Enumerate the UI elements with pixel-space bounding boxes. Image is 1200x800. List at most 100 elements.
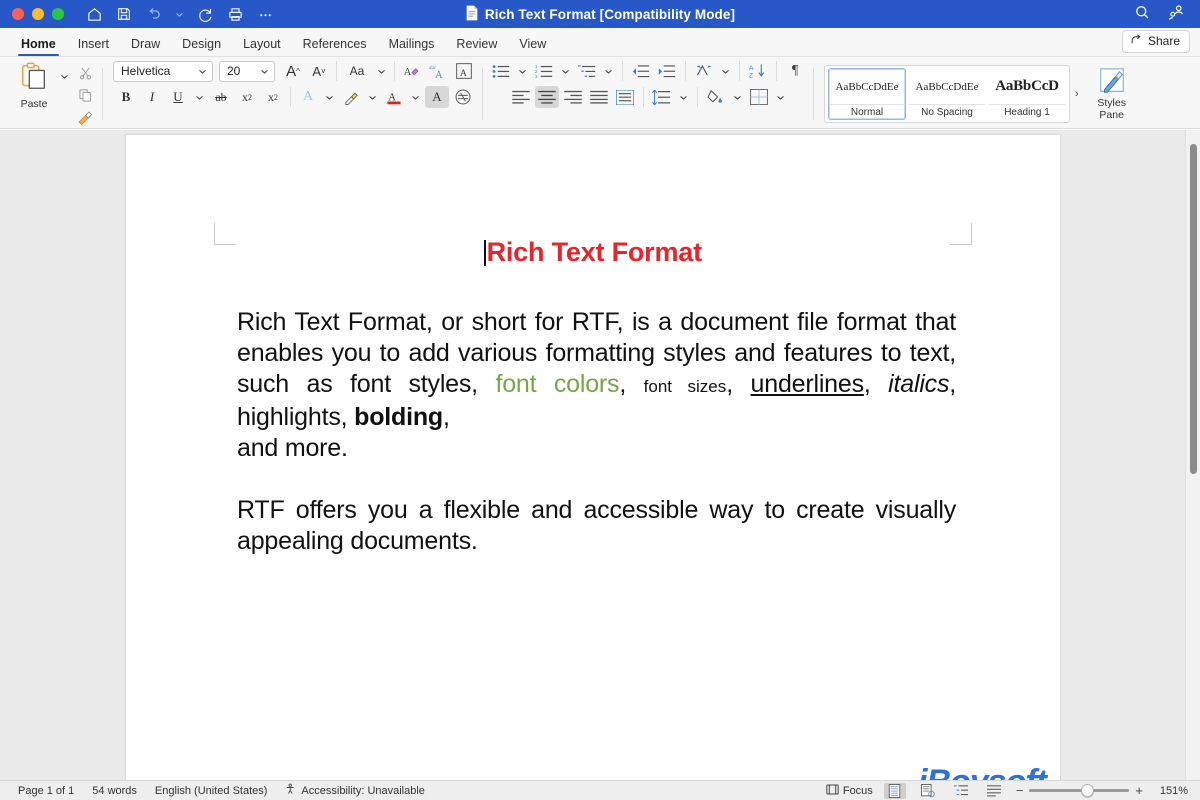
- distribute-icon[interactable]: [613, 86, 637, 108]
- word-count-status[interactable]: 54 words: [92, 785, 137, 797]
- document-page[interactable]: Rich Text Format Rich Text Format, or sh…: [126, 135, 1060, 780]
- maximize-window-button[interactable]: [52, 8, 64, 20]
- show-formatting-marks-icon[interactable]: ¶: [783, 60, 807, 82]
- document-body[interactable]: Rich Text Format, or short for RTF, is a…: [237, 307, 956, 557]
- tab-design[interactable]: Design: [171, 37, 232, 56]
- redo-icon[interactable]: [197, 6, 214, 23]
- focus-button[interactable]: Focus: [826, 784, 873, 798]
- character-shading-icon[interactable]: A: [425, 86, 449, 108]
- sort-icon[interactable]: A Z: [746, 60, 770, 82]
- page-count-status[interactable]: Page 1 of 1: [18, 785, 74, 797]
- style-item-normal[interactable]: AaBbCcDdEe Normal: [828, 68, 906, 120]
- underline-button[interactable]: U: [166, 86, 190, 108]
- zoom-in-button[interactable]: +: [1135, 783, 1143, 798]
- character-scaling-icon[interactable]: [451, 86, 475, 108]
- vertical-scrollbar[interactable]: [1185, 130, 1200, 780]
- multilevel-list-dropdown-icon[interactable]: [601, 67, 616, 76]
- asian-layout-dropdown-icon[interactable]: [718, 67, 733, 76]
- language-status[interactable]: English (United States): [155, 785, 268, 797]
- grow-font-icon[interactable]: A ^: [281, 60, 305, 82]
- draft-view-button[interactable]: [983, 783, 1005, 799]
- borders-icon[interactable]: [747, 86, 771, 108]
- font-name-input[interactable]: Helvetica: [113, 60, 213, 82]
- zoom-slider[interactable]: − +: [1016, 783, 1143, 798]
- tab-layout[interactable]: Layout: [232, 37, 292, 56]
- undo-dropdown-icon[interactable]: [175, 10, 184, 19]
- print-icon[interactable]: [227, 6, 244, 23]
- styles-gallery-more-button[interactable]: ›: [1070, 88, 1084, 100]
- cut-icon[interactable]: [74, 64, 96, 83]
- close-window-button[interactable]: [12, 8, 24, 20]
- shading-icon[interactable]: [704, 86, 728, 108]
- superscript-button[interactable]: x2: [261, 86, 285, 108]
- highlight-color-icon[interactable]: [339, 86, 363, 108]
- paste-button[interactable]: Paste: [11, 60, 57, 110]
- bullets-dropdown-icon[interactable]: [515, 67, 530, 76]
- subscript-button[interactable]: x2: [235, 86, 259, 108]
- numbering-dropdown-icon[interactable]: [558, 67, 573, 76]
- vertical-scrollbar-thumb[interactable]: [1190, 144, 1197, 474]
- bullets-icon[interactable]: [489, 60, 513, 82]
- copy-icon[interactable]: [74, 86, 96, 105]
- collaborators-icon[interactable]: [1167, 3, 1186, 26]
- bold-button[interactable]: B: [114, 86, 138, 108]
- outline-view-button[interactable]: [950, 783, 972, 799]
- text-effects-icon[interactable]: A: [296, 86, 320, 108]
- search-icon[interactable]: [1133, 3, 1151, 26]
- justify-icon[interactable]: [587, 86, 611, 108]
- phonetic-guide-icon[interactable]: abc A: [426, 60, 450, 82]
- print-layout-view-button[interactable]: [883, 782, 906, 799]
- zoom-slider-track[interactable]: [1029, 784, 1130, 797]
- font-color-icon[interactable]: A: [382, 86, 406, 108]
- font-size-input[interactable]: 20: [219, 60, 275, 82]
- tab-insert[interactable]: Insert: [67, 37, 120, 56]
- change-case-icon[interactable]: Aa: [342, 60, 372, 82]
- align-right-icon[interactable]: [561, 86, 585, 108]
- increase-indent-icon[interactable]: [655, 60, 679, 82]
- change-case-dropdown-icon[interactable]: [374, 67, 389, 76]
- zoom-out-button[interactable]: −: [1016, 783, 1024, 798]
- style-item-no-spacing[interactable]: AaBbCcDdEe No Spacing: [908, 68, 986, 120]
- web-layout-view-button[interactable]: [917, 783, 939, 799]
- styles-pane-button[interactable]: Styles Pane: [1086, 67, 1138, 121]
- save-icon[interactable]: [116, 6, 132, 22]
- line-spacing-dropdown-icon[interactable]: [676, 93, 691, 102]
- zoom-slider-knob[interactable]: [1081, 784, 1095, 797]
- strikethrough-button[interactable]: ab: [209, 86, 233, 108]
- text-effects-dropdown-icon[interactable]: [322, 93, 337, 102]
- format-painter-icon[interactable]: [74, 108, 96, 127]
- tab-home[interactable]: Home: [10, 37, 67, 56]
- highlight-color-dropdown-icon[interactable]: [365, 93, 380, 102]
- align-center-icon[interactable]: [534, 86, 559, 108]
- document-canvas[interactable]: Rich Text Format Rich Text Format, or sh…: [0, 130, 1200, 780]
- styles-pane-label-1: Styles: [1097, 96, 1126, 109]
- decrease-indent-icon[interactable]: [629, 60, 653, 82]
- line-spacing-icon[interactable]: [650, 86, 674, 108]
- borders-dropdown-icon[interactable]: [773, 93, 788, 102]
- minimize-window-button[interactable]: [32, 8, 44, 20]
- underline-dropdown-icon[interactable]: [192, 93, 207, 102]
- italic-button[interactable]: I: [140, 86, 164, 108]
- accessibility-status[interactable]: Accessibility: Unavailable: [285, 783, 425, 798]
- style-item-heading-1[interactable]: AaBbCcD Heading 1: [988, 68, 1066, 120]
- character-border-icon[interactable]: A: [452, 60, 476, 82]
- tab-references[interactable]: References: [292, 37, 378, 56]
- more-options-icon[interactable]: [257, 6, 274, 23]
- multilevel-list-icon[interactable]: [575, 60, 599, 82]
- font-color-dropdown-icon[interactable]: [408, 93, 423, 102]
- asian-layout-icon[interactable]: [692, 60, 716, 82]
- clear-formatting-icon[interactable]: A: [400, 60, 424, 82]
- share-button[interactable]: Share: [1121, 30, 1190, 53]
- numbering-icon[interactable]: 1 2 3: [532, 60, 556, 82]
- undo-icon[interactable]: [145, 6, 162, 23]
- shading-dropdown-icon[interactable]: [730, 93, 745, 102]
- paste-dropdown-icon[interactable]: [57, 60, 72, 81]
- align-left-icon[interactable]: [509, 86, 533, 108]
- shrink-font-icon[interactable]: A ˅: [307, 60, 331, 82]
- zoom-level-label[interactable]: 151%: [1154, 785, 1188, 797]
- tab-view[interactable]: View: [508, 37, 557, 56]
- tab-review[interactable]: Review: [445, 37, 508, 56]
- home-icon[interactable]: [86, 6, 103, 23]
- tab-draw[interactable]: Draw: [120, 37, 171, 56]
- tab-mailings[interactable]: Mailings: [378, 37, 446, 56]
